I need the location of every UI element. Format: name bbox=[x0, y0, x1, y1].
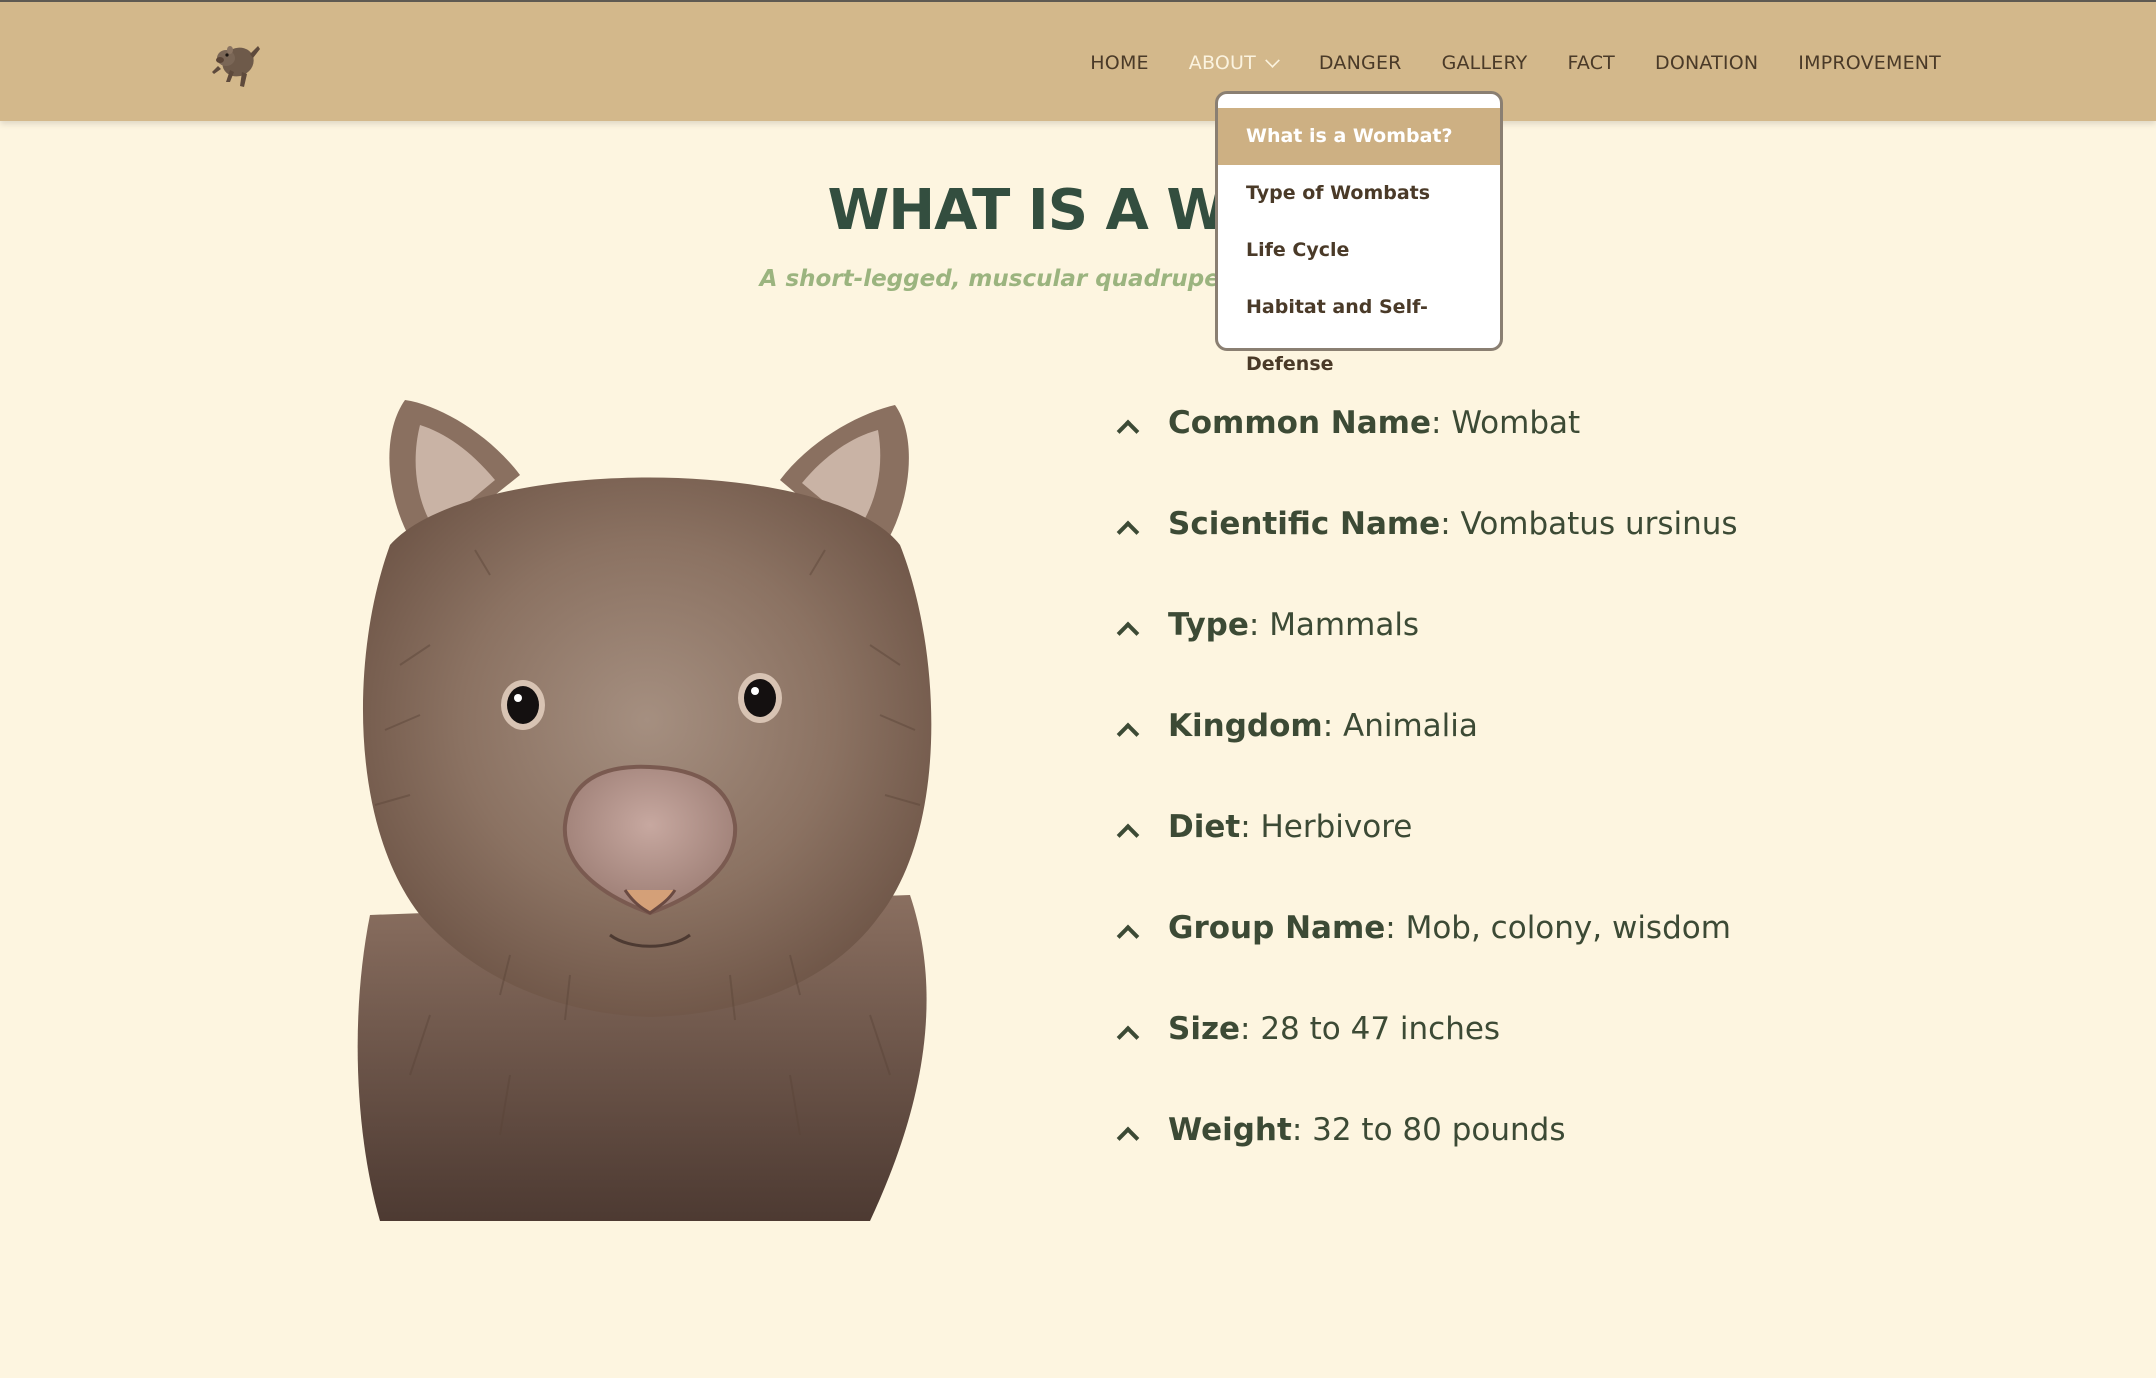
fact-label: Group Name bbox=[1168, 910, 1386, 946]
nav-improvement-label: IMPROVEMENT bbox=[1798, 52, 1941, 74]
fact-item[interactable]: Group Name: Mob, colony, wisdom bbox=[1112, 910, 1738, 1011]
fact-label: Size bbox=[1168, 1011, 1241, 1047]
chevron-up-icon[interactable] bbox=[1112, 615, 1140, 643]
fact-item[interactable]: Scientific Name: Vombatus ursinus bbox=[1112, 506, 1738, 607]
dropdown-item-habitat-self-defense[interactable]: Habitat and Self-Defense bbox=[1218, 279, 1500, 375]
nav-danger-label: DANGER bbox=[1318, 52, 1402, 74]
fact-value: : 32 to 80 pounds bbox=[1291, 1112, 1566, 1148]
fact-value: : Herbivore bbox=[1240, 809, 1413, 845]
fact-label: Diet bbox=[1168, 809, 1241, 845]
nav-gallery-label: GALLERY bbox=[1441, 52, 1528, 74]
facts-list: Common Name: Wombat Scientific Name: Vom… bbox=[1112, 405, 1738, 1213]
chevron-up-icon[interactable] bbox=[1112, 1120, 1140, 1148]
nav-danger[interactable]: DANGER bbox=[1319, 52, 1402, 74]
nav-about-label: ABOUT bbox=[1188, 52, 1256, 74]
chevron-up-icon[interactable] bbox=[1112, 514, 1140, 542]
page-subtitle: A short-legged, muscular quadrupedal mar… bbox=[759, 266, 1397, 292]
fact-item[interactable]: Size: 28 to 47 inches bbox=[1112, 1011, 1738, 1112]
chevron-up-icon[interactable] bbox=[1112, 716, 1140, 744]
fact-value: : Animalia bbox=[1322, 708, 1478, 744]
chevron-up-icon[interactable] bbox=[1112, 413, 1140, 441]
nav-gallery[interactable]: GALLERY bbox=[1442, 52, 1528, 74]
fact-label: Scientific Name bbox=[1168, 506, 1441, 542]
nav-donation-label: DONATION bbox=[1654, 52, 1759, 74]
fact-value: : Mob, colony, wisdom bbox=[1385, 910, 1731, 946]
fact-item[interactable]: Kingdom: Animalia bbox=[1112, 708, 1738, 809]
fact-item[interactable]: Common Name: Wombat bbox=[1112, 405, 1738, 506]
fact-label: Kingdom bbox=[1168, 708, 1323, 744]
nav-home-label: HOME bbox=[1090, 52, 1149, 74]
chevron-up-icon[interactable] bbox=[1112, 817, 1140, 845]
fact-label: Common Name bbox=[1168, 405, 1432, 441]
wombat-illustration bbox=[357, 400, 932, 1221]
about-dropdown-menu: What is a Wombat? Type of Wombats Life C… bbox=[1215, 91, 1503, 375]
fact-value: : Mammals bbox=[1248, 607, 1420, 643]
fact-value: : Wombat bbox=[1431, 405, 1581, 441]
nav-donation[interactable]: DONATION bbox=[1655, 52, 1758, 74]
fact-label: Type bbox=[1168, 607, 1249, 643]
chevron-up-icon[interactable] bbox=[1112, 1019, 1140, 1047]
dropdown-item-life-cycle[interactable]: Life Cycle bbox=[1218, 222, 1500, 279]
site-header: HOME ABOUT DANGER GALLERY FACT DONATION … bbox=[0, 0, 2156, 121]
fact-item[interactable]: Diet: Herbivore bbox=[1112, 809, 1738, 910]
fact-value: : Vombatus ursinus bbox=[1440, 506, 1738, 542]
dropdown-item-what-is-a-wombat[interactable]: What is a Wombat? bbox=[1218, 108, 1500, 165]
page-title: WHAT IS A WOM bbox=[827, 178, 1330, 243]
chevron-up-icon[interactable] bbox=[1112, 918, 1140, 946]
dropdown-item-type-of-wombats[interactable]: Type of Wombats bbox=[1218, 165, 1500, 222]
chevron-down-icon bbox=[1265, 52, 1280, 68]
wombat-logo-icon[interactable] bbox=[206, 32, 266, 94]
fact-item[interactable]: Weight: 32 to 80 pounds bbox=[1112, 1112, 1738, 1213]
nav-home[interactable]: HOME bbox=[1090, 52, 1148, 74]
main-nav: HOME ABOUT DANGER GALLERY FACT DONATION … bbox=[1090, 52, 1941, 74]
nav-fact-label: FACT bbox=[1567, 52, 1615, 74]
nav-improvement[interactable]: IMPROVEMENT bbox=[1798, 52, 1941, 74]
nav-fact[interactable]: FACT bbox=[1567, 52, 1615, 74]
fact-value: : 28 to 47 inches bbox=[1240, 1011, 1501, 1047]
nav-about[interactable]: ABOUT bbox=[1188, 52, 1280, 74]
fact-item[interactable]: Type: Mammals bbox=[1112, 607, 1738, 708]
fact-label: Weight bbox=[1168, 1112, 1292, 1148]
